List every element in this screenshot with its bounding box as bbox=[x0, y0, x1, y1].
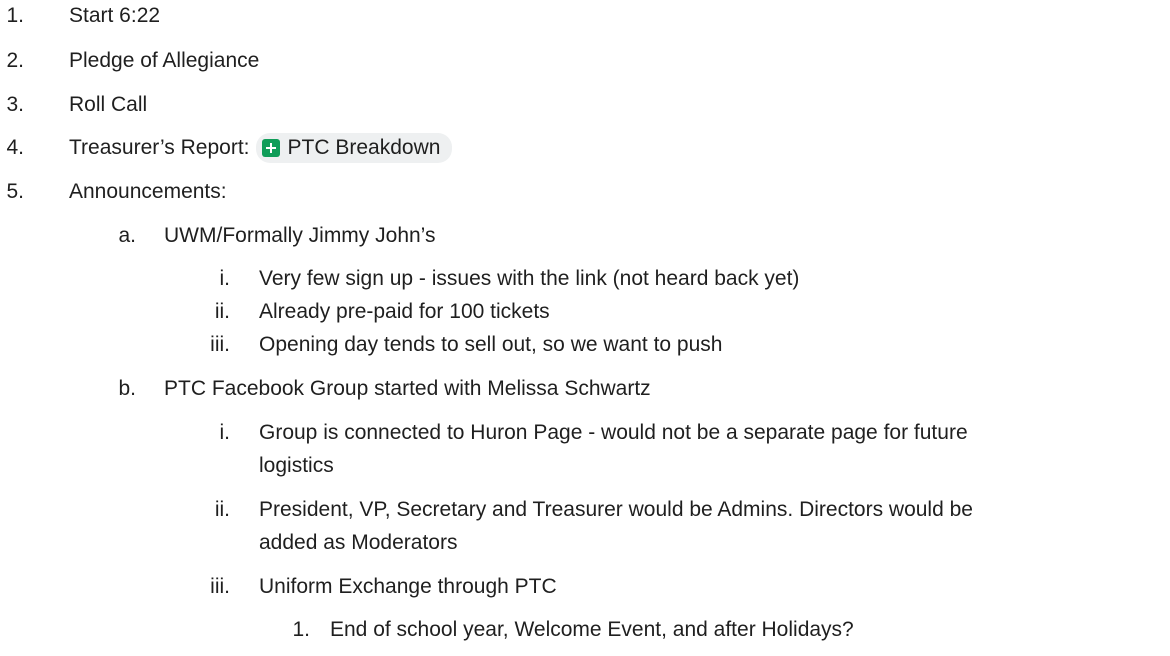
list-item-text: Pledge of Allegiance bbox=[69, 49, 260, 72]
list-item-text: PTC Facebook Group started with Melissa … bbox=[164, 377, 651, 400]
list-item: 1. Start 6:22 bbox=[0, 1, 1170, 31]
chip-label: PTC Breakdown bbox=[287, 136, 441, 159]
list-item-text: added as Moderators bbox=[259, 531, 458, 554]
list-item-text: Uniform Exchange through PTC bbox=[259, 575, 557, 598]
list-item-text: End of school year, Welcome Event, and a… bbox=[330, 618, 854, 641]
document-page: 1. Start 6:22 2. Pledge of Allegiance 3.… bbox=[0, 0, 1170, 656]
list-item: 1. End of school year, Welcome Event, an… bbox=[0, 615, 1170, 645]
list-marker: 4. bbox=[6, 136, 24, 159]
list-item: ii. President, VP, Secretary and Treasur… bbox=[0, 495, 1170, 525]
treasurer-report-label: Treasurer’s Report: bbox=[69, 136, 250, 159]
list-item: iii. Opening day tends to sell out, so w… bbox=[0, 330, 1170, 360]
list-marker: 2. bbox=[6, 49, 24, 72]
list-marker: iii. bbox=[210, 575, 230, 598]
list-item-text: Opening day tends to sell out, so we wan… bbox=[259, 333, 723, 356]
list-item: 3. Roll Call bbox=[0, 90, 1170, 120]
list-marker: ii. bbox=[214, 300, 230, 323]
google-sheets-icon bbox=[261, 139, 280, 157]
list-marker: ii. bbox=[214, 498, 230, 521]
list-item: iii. Uniform Exchange through PTC bbox=[0, 572, 1170, 602]
list-item: b. PTC Facebook Group started with Melis… bbox=[0, 374, 1170, 404]
list-item: 5. Announcements: bbox=[0, 177, 1170, 207]
list-item-text: President, VP, Secretary and Treasurer w… bbox=[259, 498, 973, 521]
list-marker: 3. bbox=[6, 93, 24, 116]
list-item: ii. Already pre-paid for 100 tickets bbox=[0, 297, 1170, 327]
list-marker: iii. bbox=[210, 333, 230, 356]
list-item-continuation: added as Moderators bbox=[0, 528, 1170, 558]
list-item-text: Very few sign up - issues with the link … bbox=[259, 267, 800, 290]
list-item-text: Roll Call bbox=[69, 93, 148, 116]
list-item: a. UWM/Formally Jimmy John’s bbox=[0, 221, 1170, 251]
list-marker: 1. bbox=[292, 618, 310, 641]
list-item-text: logistics bbox=[259, 454, 334, 477]
list-item: 4. Treasurer’s Report: PTC Breakdown bbox=[0, 133, 1170, 163]
list-marker: 5. bbox=[6, 180, 24, 203]
list-item-text: Group is connected to Huron Page - would… bbox=[259, 421, 968, 444]
list-item-text: UWM/Formally Jimmy John’s bbox=[164, 224, 436, 247]
list-item-text: Announcements: bbox=[69, 180, 227, 203]
ptc-breakdown-smart-chip[interactable]: PTC Breakdown bbox=[255, 133, 453, 163]
list-item-continuation: logistics bbox=[0, 451, 1170, 481]
list-item: 2. Pledge of Allegiance bbox=[0, 46, 1170, 76]
list-marker: a. bbox=[118, 224, 136, 247]
list-item: i. Group is connected to Huron Page - wo… bbox=[0, 418, 1170, 448]
list-item: i. Very few sign up - issues with the li… bbox=[0, 264, 1170, 294]
list-item-text: Start 6:22 bbox=[69, 4, 161, 27]
list-marker: 1. bbox=[6, 4, 24, 27]
list-marker: i. bbox=[219, 421, 231, 444]
list-marker: i. bbox=[219, 267, 231, 290]
list-marker: b. bbox=[118, 377, 136, 400]
list-item-text: Already pre-paid for 100 tickets bbox=[259, 300, 550, 323]
list-item-text: Treasurer’s Report: PTC Breakdown bbox=[69, 133, 453, 163]
